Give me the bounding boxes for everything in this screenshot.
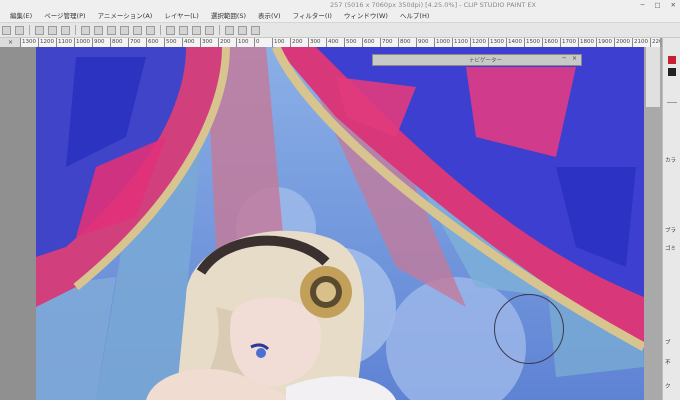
palette-controls: ─ × [562, 55, 577, 62]
toolbar-divider [219, 25, 220, 35]
save-icon[interactable] [35, 25, 44, 35]
menu-edit[interactable]: 編集(E) [0, 10, 38, 22]
ruler-tick: 0 [254, 38, 260, 47]
ruler-tick: 2200 [650, 38, 660, 47]
ruler-tick: 600 [362, 38, 375, 47]
deselect-icon[interactable] [107, 25, 116, 35]
maximize-icon[interactable]: □ [654, 0, 660, 10]
window-titlebar: 257 (5016 x 7060px 350dpi) [4.25.0%] - C… [0, 0, 680, 10]
ruler-tick: 1700 [560, 38, 576, 47]
document-tab[interactable]: × [0, 38, 20, 47]
undo-icon[interactable] [48, 25, 57, 35]
menu-selection[interactable]: 選択範囲(S) [205, 10, 252, 22]
menu-layer[interactable]: レイヤー(L) [158, 10, 205, 22]
menu-help[interactable]: ヘルプ(H) [394, 10, 435, 22]
ruler-tick: 400 [326, 38, 339, 47]
snap-special-icon[interactable] [251, 25, 260, 35]
command-bar [0, 23, 680, 38]
window-controls: ─ □ ✕ [640, 0, 676, 10]
ruler-tick: 1400 [506, 38, 522, 47]
close-tab-icon[interactable]: × [8, 38, 13, 47]
ruler-tick: 1200 [38, 38, 54, 47]
ruler-tick: 1900 [596, 38, 612, 47]
ruler-tick: 1000 [74, 38, 90, 47]
ruler-tick: 300 [200, 38, 213, 47]
brush-cursor [494, 294, 564, 364]
ruler-tick: 200 [290, 38, 303, 47]
menu-bar: 編集(E) ページ管理(P) アニメーション(A) レイヤー(L) 選択範囲(S… [0, 10, 680, 23]
palette-title: ナビゲーター [469, 58, 503, 64]
palette-close-icon[interactable]: × [572, 55, 577, 62]
ruler-tick: 700 [380, 38, 393, 47]
flip-icon[interactable] [205, 25, 214, 35]
app-icon[interactable] [2, 25, 11, 35]
panel-divider [667, 102, 677, 103]
ruler-tick: 900 [92, 38, 105, 47]
zoom-in-icon[interactable] [166, 25, 175, 35]
ruler-tick: 1100 [452, 38, 468, 47]
left-panel [0, 47, 36, 400]
snap-grid-icon[interactable] [238, 25, 247, 35]
ruler-tick: 1100 [56, 38, 72, 47]
ruler-tick: 500 [164, 38, 177, 47]
navigator-palette[interactable]: ナビゲーター ─ × [372, 54, 582, 66]
ruler-tick: 100 [236, 38, 249, 47]
ruler-tick: 100 [272, 38, 285, 47]
scrollbar-thumb[interactable] [646, 47, 660, 107]
shrink-selection-icon[interactable] [146, 25, 155, 35]
ruler-tick: 1200 [470, 38, 486, 47]
ruler-tick: 400 [182, 38, 195, 47]
panel-label-b[interactable]: ブ [665, 338, 671, 346]
palette-minimize-icon[interactable]: ─ [562, 55, 566, 62]
snap-ruler-icon[interactable] [225, 25, 234, 35]
clear-icon[interactable] [81, 25, 90, 35]
toolbar-divider [75, 25, 76, 35]
invert-selection-icon[interactable] [120, 25, 129, 35]
window-title: 257 (5016 x 7060px 350dpi) [4.25.0%] - C… [330, 1, 536, 9]
color-swatch-secondary[interactable] [668, 68, 676, 76]
panel-label-color[interactable]: カラ [665, 156, 676, 164]
new-file-icon[interactable] [15, 25, 24, 35]
ruler-tick: 1300 [20, 38, 36, 47]
toolbar-divider [160, 25, 161, 35]
ruler-tick: 800 [398, 38, 411, 47]
ruler-tick: 1800 [578, 38, 594, 47]
ruler-tick: 300 [308, 38, 321, 47]
ruler-tick: 1000 [434, 38, 450, 47]
ruler-tick: 600 [146, 38, 159, 47]
menu-window[interactable]: ウィンドウ(W) [338, 10, 394, 22]
panel-label-k[interactable]: ク [665, 382, 671, 390]
menu-page-management[interactable]: ページ管理(P) [38, 10, 91, 22]
ruler-tick: 200 [218, 38, 231, 47]
ruler-tick: 900 [416, 38, 429, 47]
ruler-tick: 2000 [614, 38, 630, 47]
color-swatch[interactable] [668, 56, 676, 64]
rotate-icon[interactable] [192, 25, 201, 35]
panel-label-brush[interactable]: ブラ [665, 226, 676, 234]
panel-label-opacity[interactable]: 不 [665, 358, 671, 366]
vertical-scrollbar[interactable] [644, 47, 662, 400]
ruler-tick: 1500 [524, 38, 540, 47]
ruler-tick: 1600 [542, 38, 558, 47]
minimize-icon[interactable]: ─ [640, 0, 644, 10]
menu-filter[interactable]: フィルター(I) [287, 10, 338, 22]
right-panel: カラ ブラ ゴミ ブ 不 ク [662, 38, 680, 400]
ruler-tick: 700 [128, 38, 141, 47]
expand-selection-icon[interactable] [133, 25, 142, 35]
ruler-tick: 800 [110, 38, 123, 47]
panel-label-trash[interactable]: ゴミ [665, 244, 676, 252]
menu-animation[interactable]: アニメーション(A) [92, 10, 159, 22]
transform-icon[interactable] [94, 25, 103, 35]
menu-view[interactable]: 表示(V) [252, 10, 287, 22]
zoom-out-icon[interactable] [179, 25, 188, 35]
close-icon[interactable]: ✕ [671, 0, 676, 10]
ruler-tick: 2100 [632, 38, 648, 47]
ruler-tick: 1300 [488, 38, 504, 47]
ruler-tick: 500 [344, 38, 357, 47]
redo-icon[interactable] [61, 25, 70, 35]
toolbar-divider [29, 25, 30, 35]
